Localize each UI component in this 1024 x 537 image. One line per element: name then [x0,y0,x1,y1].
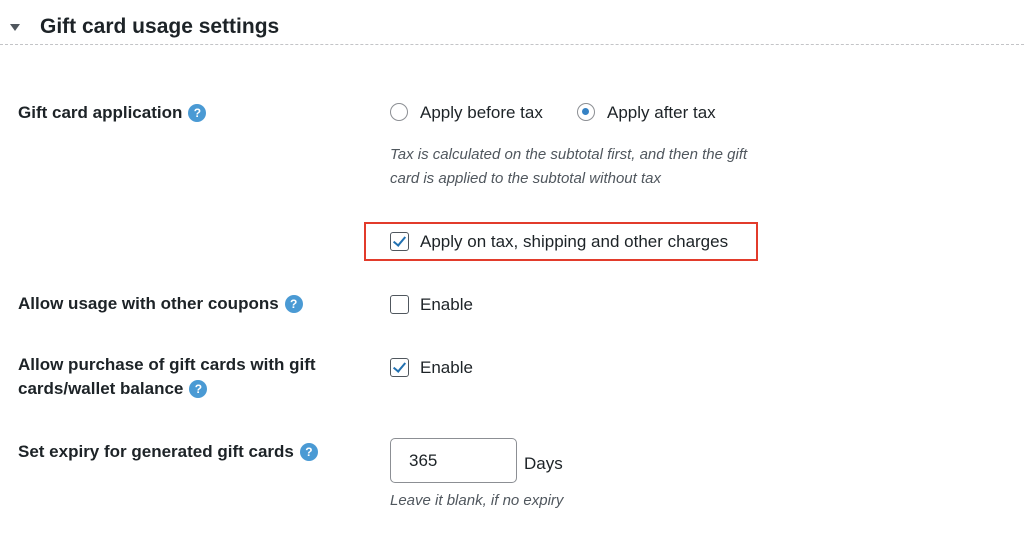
purchase-with-balance-line2-wrap: cards/wallet balance? [18,377,316,401]
expiry-description: Leave it blank, if no expiry [390,492,564,509]
tax-description-line1: Tax is calculated on the subtotal first,… [390,146,748,163]
purchase-with-balance-line2: cards/wallet balance [18,379,184,398]
expiry-unit-label: Days [524,454,563,473]
expiry-days-input[interactable] [390,438,517,483]
help-icon[interactable]: ? [189,379,208,398]
apply-before-tax-label[interactable]: Apply before tax [420,103,543,123]
apply-after-tax-radio[interactable] [577,103,595,121]
expiry-label: Set expiry for generated gift cards? [18,440,318,464]
help-icon[interactable]: ? [188,103,207,122]
purchase-with-balance-label: Allow purchase of gift cards with gift c… [18,353,316,401]
purchase-with-balance-checkbox[interactable] [390,358,409,377]
purchase-with-balance-line1: Allow purchase of gift cards with gift [18,355,316,374]
checkmark-icon [392,233,407,247]
other-coupons-checkbox[interactable] [390,295,409,314]
apply-on-charges-checkbox[interactable] [390,232,409,251]
apply-before-tax-radio[interactable] [390,103,408,121]
section-header[interactable]: Gift card usage settings [0,0,1024,52]
purchase-with-balance-enable-label[interactable]: Enable [420,358,473,378]
checkmark-icon [392,359,407,373]
gift-card-application-text: Gift card application [18,103,183,122]
expiry-text: Set expiry for generated gift cards [18,442,294,461]
apply-after-tax-label[interactable]: Apply after tax [607,103,716,123]
collapse-triangle-icon[interactable] [10,24,20,31]
help-icon[interactable]: ? [299,442,318,461]
tax-description-line2: card is applied to the subtotal without … [390,170,661,187]
section-divider [0,44,1024,45]
other-coupons-enable-label[interactable]: Enable [420,295,473,315]
other-coupons-text: Allow usage with other coupons [18,294,279,313]
gift-card-application-label: Gift card application? [18,101,207,125]
apply-on-charges-label[interactable]: Apply on tax, shipping and other charges [420,232,728,252]
section-title: Gift card usage settings [40,15,280,38]
other-coupons-label: Allow usage with other coupons? [18,292,303,316]
help-icon[interactable]: ? [284,294,303,313]
